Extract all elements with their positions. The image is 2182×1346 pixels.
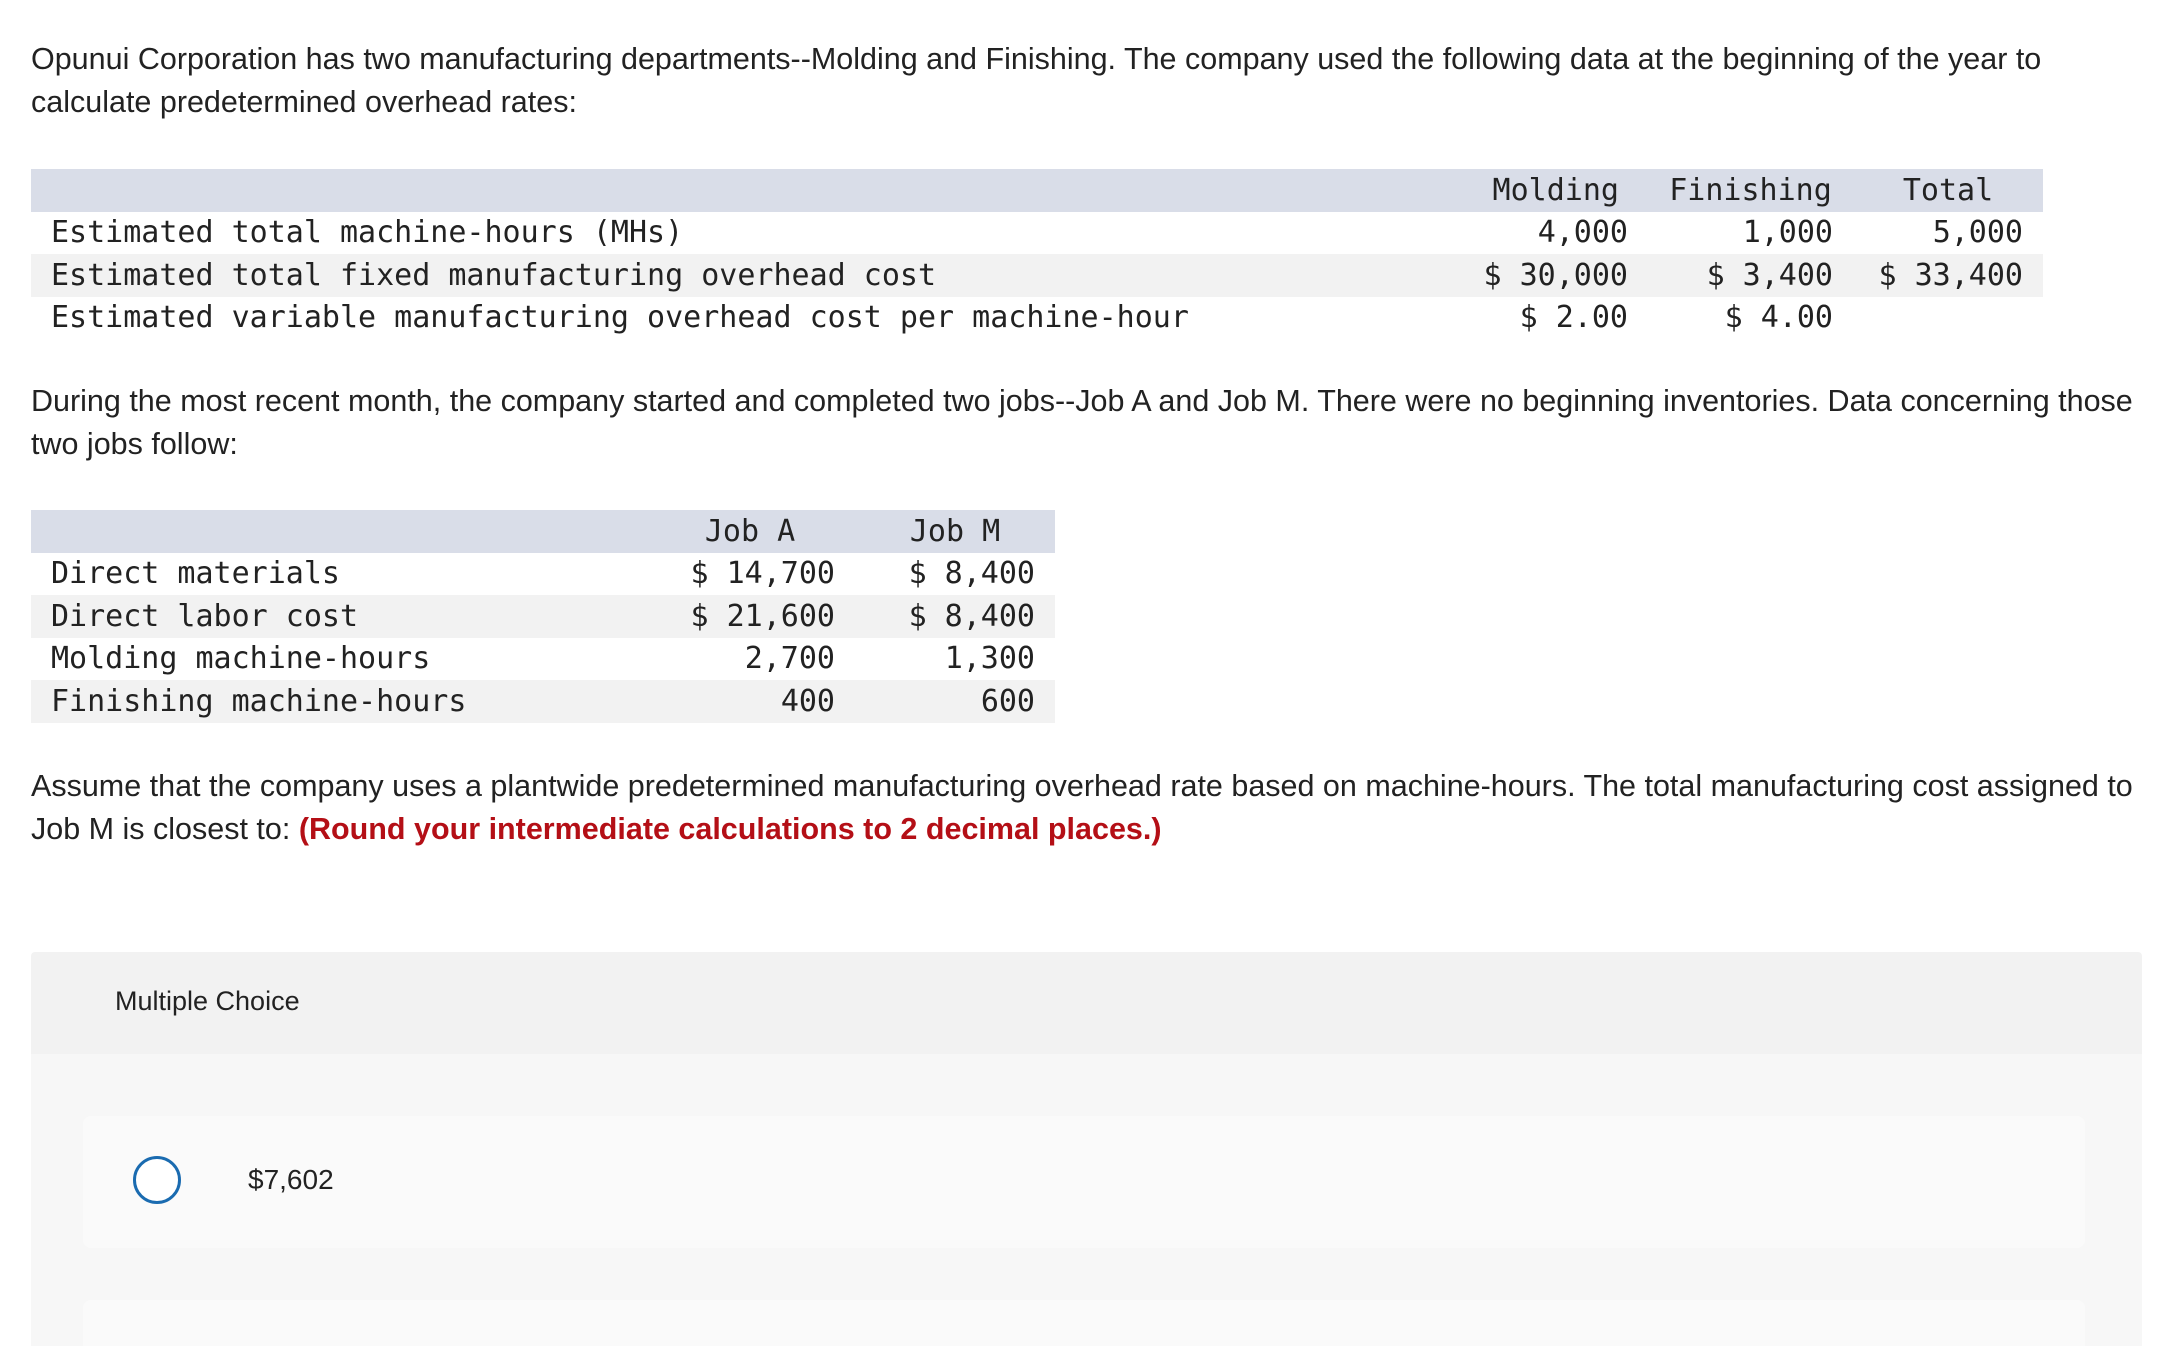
job-a-value: $ 21,600 [690,598,836,634]
table-header-row: Molding Finishing Total [31,169,2043,212]
row-label: Molding machine-hours [51,641,431,677]
row-label: Estimated variable manufacturing overhea… [51,300,1189,336]
job-a-value: $ 14,700 [690,556,836,592]
answer-option[interactable]: $7,602 [83,1116,2085,1248]
department-data-table: Molding Finishing Total Estimated total … [31,169,2043,339]
header-blank [31,510,645,553]
finishing-value: 1,000 [1742,215,1833,251]
job-m-value: 600 [980,683,1035,719]
header-job-m: Job M [909,513,1001,549]
answer-option-partial[interactable] [83,1300,2085,1346]
row-label: Direct materials [51,556,340,592]
total-value [1853,297,2043,340]
radio-button[interactable] [133,1156,181,1204]
job-a-value: 400 [780,683,835,719]
choices-container: $7,602 [31,1054,2142,1346]
header-molding: Molding [1492,172,1619,208]
jobs-paragraph: During the most recent month, the compan… [31,384,2133,461]
table-row: Direct materials $ 14,700 $ 8,400 [31,553,1055,596]
row-label: Finishing machine-hours [51,683,467,719]
option-label: $7,602 [248,1164,334,1195]
row-label: Estimated total fixed manufacturing over… [51,257,937,293]
table-row: Direct labor cost $ 21,600 $ 8,400 [31,595,1055,638]
finishing-value: $ 3,400 [1706,257,1833,293]
job-data-table: Job A Job M Direct materials $ 14,700 $ … [31,510,1055,723]
header-blank [31,169,1464,212]
molding-value: $ 30,000 [1483,257,1629,293]
question-paragraph: Assume that the company uses a plantwide… [31,765,2151,851]
table-row: Molding machine-hours 2,700 1,300 [31,638,1055,681]
job-m-value: $ 8,400 [908,556,1035,592]
header-job-a: Job A [704,513,796,549]
table-row: Estimated total machine-hours (MHs) 4,00… [31,212,2043,255]
multiple-choice-panel: Multiple Choice $7,602 [31,952,2142,1346]
header-total: Total [1902,172,1994,208]
rounding-instruction: (Round your intermediate calculations to… [298,812,1162,846]
finishing-value: $ 4.00 [1724,300,1833,336]
row-label: Estimated total machine-hours (MHs) [51,215,684,251]
table-header-row: Job A Job M [31,510,1055,553]
row-label: Direct labor cost [51,598,359,634]
question-page: Opunui Corporation has two manufacturing… [31,0,2151,1346]
intro-paragraph: Opunui Corporation has two manufacturing… [31,42,2042,119]
table-row: Estimated variable manufacturing overhea… [31,297,2043,340]
multiple-choice-header: Multiple Choice [115,986,300,1016]
header-finishing: Finishing [1669,172,1832,208]
molding-value: 4,000 [1537,215,1628,251]
molding-value: $ 2.00 [1519,300,1628,336]
job-m-value: $ 8,400 [908,598,1035,634]
total-value: $ 33,400 [1878,257,2024,293]
total-value: 5,000 [1932,215,2023,251]
table-row: Estimated total fixed manufacturing over… [31,254,2043,297]
job-a-value: 2,700 [744,641,835,677]
job-m-value: 1,300 [944,641,1035,677]
table-row: Finishing machine-hours 400 600 [31,680,1055,723]
